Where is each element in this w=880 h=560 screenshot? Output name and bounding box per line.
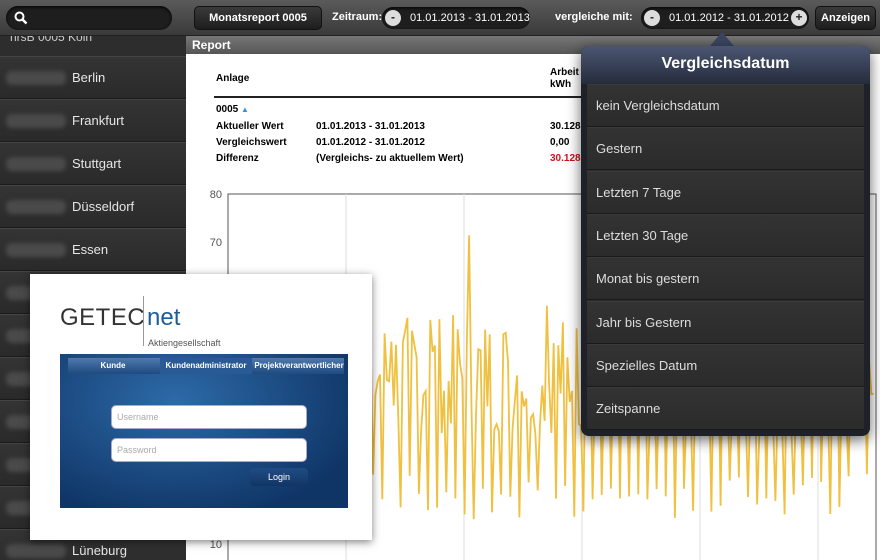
tab-kunde[interactable]: Kunde (68, 358, 158, 374)
anlage-id[interactable]: 0005 ▲ (216, 104, 249, 115)
row-period: 01.01.2013 - 31.01.2013 (316, 121, 425, 132)
search-input[interactable] (6, 6, 172, 30)
vergleiche-minus-button[interactable]: - (644, 10, 660, 26)
zeitraum-value: 01.01.2013 - 31.01.2013 (410, 12, 530, 24)
y-tick-label: 10 (210, 539, 222, 551)
login-panel: Kunde Kundenadministrator Projektverantw… (60, 354, 348, 508)
row-label: Vergleichswert (216, 137, 287, 148)
row-value-difference: 30.128 (550, 153, 581, 164)
sidebar-item[interactable]: Frankfurt (0, 99, 186, 142)
popover-option[interactable]: Letzten 7 Tage (587, 170, 864, 214)
column-header-anlage: Anlage (216, 73, 250, 84)
sidebar-item-label: Frankfurt (72, 113, 125, 128)
divider (214, 96, 594, 98)
sidebar-item-partial[interactable]: nrsB 0005 Köln (10, 36, 92, 44)
y-tick-label: 70 (210, 237, 222, 249)
vergleichsdatum-popover: Vergleichsdatum kein Vergleichsdatum Gest… (581, 46, 870, 436)
redacted-id (6, 243, 66, 257)
vergleiche-label: vergleiche mit: (555, 11, 633, 23)
tab-projektverantwortlicher[interactable]: Projektverantwortlicher (254, 358, 344, 374)
sidebar-item-label: Düsseldorf (72, 199, 135, 214)
search-icon (14, 11, 28, 25)
sidebar-item[interactable]: Essen (0, 228, 186, 271)
vergleiche-plus-button[interactable]: + (791, 10, 807, 26)
sort-up-icon: ▲ (241, 105, 249, 114)
login-button[interactable]: Login (250, 468, 308, 486)
popover-option[interactable]: kein Vergleichsdatum (587, 84, 864, 127)
row-period: (Vergleichs- zu aktuellem Wert) (316, 153, 464, 164)
sidebar-item[interactable]: Düsseldorf (0, 185, 186, 228)
tab-kundenadministrator[interactable]: Kundenadministrator (160, 358, 252, 374)
redacted-id (6, 200, 66, 214)
row-label: Aktueller Wert (216, 121, 284, 132)
popover-option[interactable]: Monat bis gestern (587, 257, 864, 301)
row-label: Differenz (216, 153, 259, 164)
redacted-id (6, 157, 66, 171)
redacted-id (6, 114, 66, 128)
y-tick-label: 80 (210, 189, 222, 201)
zeitraum-picker[interactable]: - 01.01.2013 - 31.01.2013 (382, 7, 530, 29)
vergleiche-value: 01.01.2012 - 31.01.2012 (669, 12, 789, 24)
logo-subtitle: Aktiengesellschaft (148, 338, 221, 348)
sidebar-item[interactable]: Berlin (0, 56, 186, 99)
login-card: GETEC net Aktiengesellschaft Kunde Kunde… (30, 274, 372, 540)
report-select-button[interactable]: Monatsreport 0005 (194, 6, 322, 30)
password-field[interactable]: Password (111, 438, 307, 462)
vergleiche-picker[interactable]: - 01.01.2012 - 31.01.2012 + (641, 7, 809, 29)
logo-net: net (147, 304, 181, 331)
redacted-id (6, 544, 66, 558)
popover-title: Vergleichsdatum (581, 46, 870, 84)
sidebar-item-label: Lüneburg (72, 543, 127, 558)
toolbar: Monatsreport 0005 Zeitraum: - 01.01.2013… (0, 0, 880, 36)
sidebar-item-label: Berlin (72, 70, 106, 85)
popover-option[interactable]: Gestern (587, 127, 864, 171)
anzeigen-button[interactable]: Anzeigen (815, 6, 876, 30)
row-value: 30.128 (550, 121, 581, 132)
column-header-unit: kWh (550, 79, 572, 90)
column-header-arbeit: Arbeit kWh (550, 67, 579, 91)
anlage-id-label: 0005 (216, 104, 239, 115)
logo-getec: GETEC (60, 304, 146, 331)
login-tabs: Kunde Kundenadministrator Projektverantw… (68, 358, 344, 374)
popover-option[interactable]: Zeitspanne (587, 387, 864, 431)
sidebar-item[interactable]: Stuttgart (0, 142, 186, 185)
popover-option[interactable]: Spezielles Datum (587, 343, 864, 387)
column-header-arbeit-label: Arbeit (550, 67, 579, 78)
popover-list: kein Vergleichsdatum Gestern Letzten 7 Tag… (587, 84, 864, 431)
row-value: 0,00 (550, 137, 570, 148)
popover-arrow (710, 32, 734, 46)
sidebar-item-label: Stuttgart (72, 156, 122, 171)
popover-option[interactable]: Jahr bis Gestern (587, 300, 864, 344)
popover-option[interactable]: Letzten 30 Tage (587, 213, 864, 257)
username-field[interactable]: Username (111, 405, 307, 429)
redacted-id (6, 71, 66, 85)
logo-divider (143, 296, 144, 346)
zeitraum-minus-button[interactable]: - (385, 10, 401, 26)
zeitraum-label: Zeitraum: (332, 11, 383, 23)
row-period: 01.01.2012 - 31.01.2012 (316, 137, 425, 148)
sidebar-item-label: Essen (72, 242, 109, 257)
